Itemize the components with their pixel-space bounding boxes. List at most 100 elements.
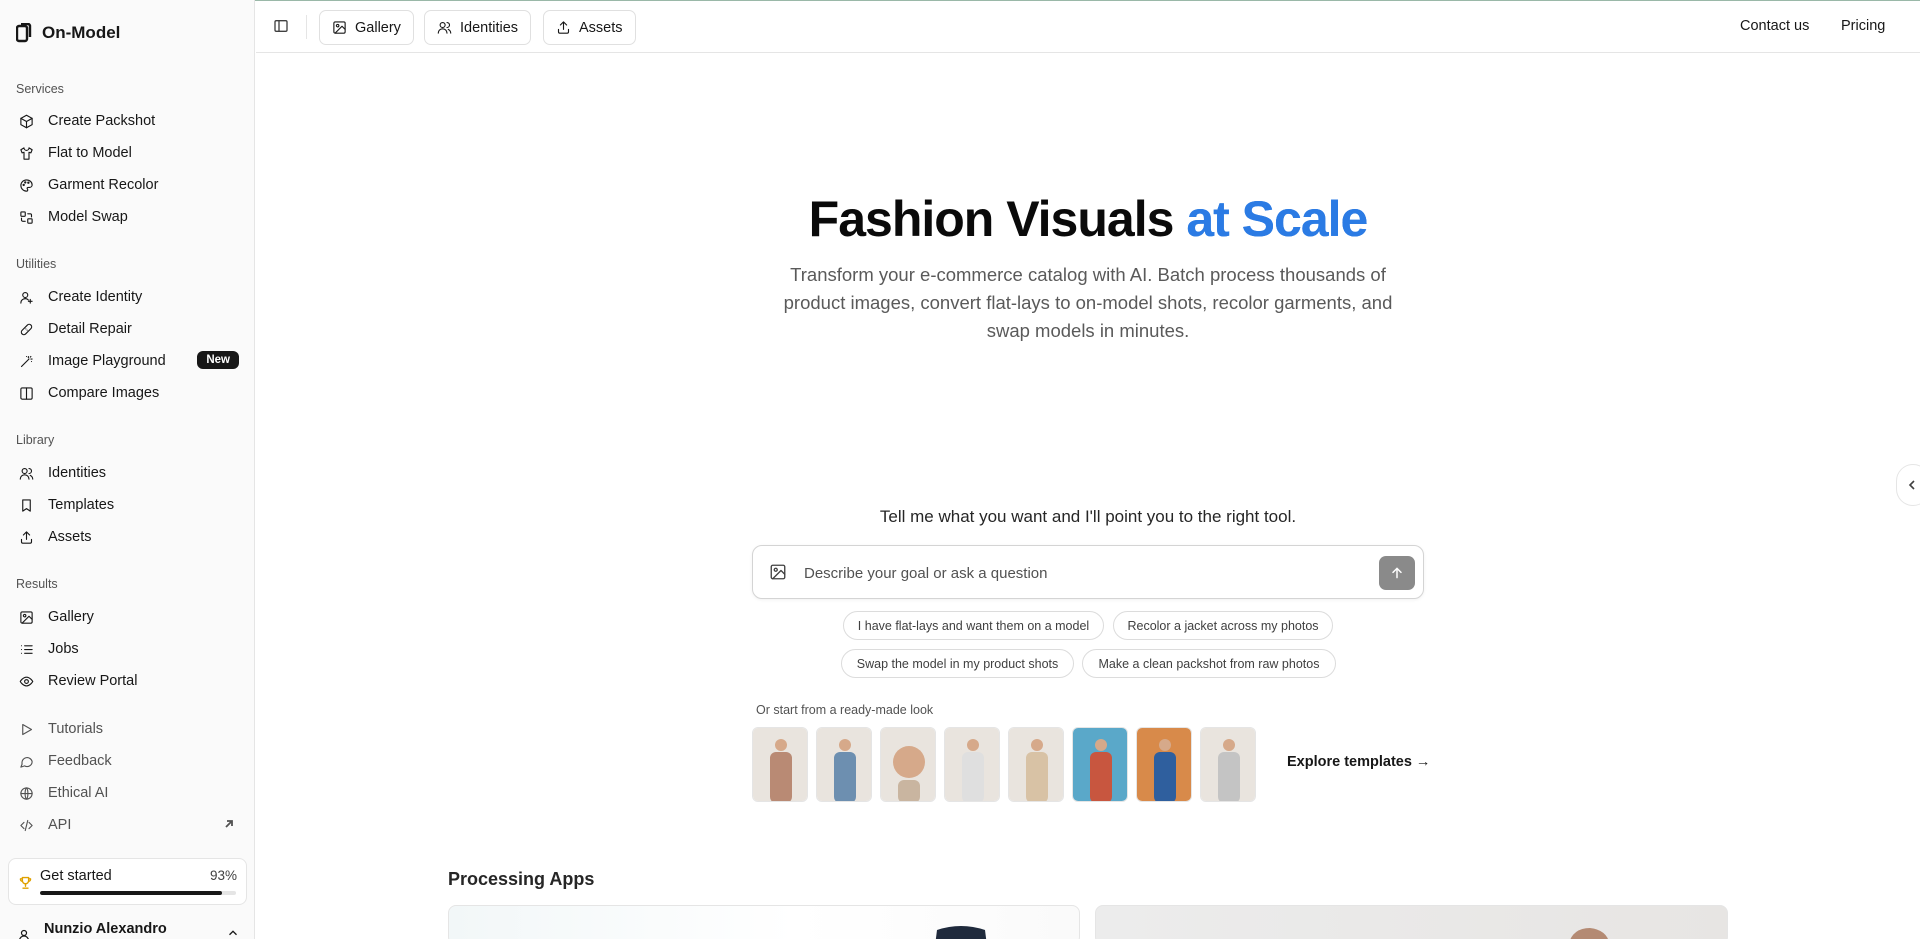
arrow-up-icon — [1392, 567, 1402, 579]
topbar-button-label: Gallery — [355, 19, 401, 36]
right-panel-handle[interactable] — [1896, 464, 1920, 506]
look-thumbnail-image — [817, 728, 871, 801]
topbar: Gallery Identities Assets Contact us Pri… — [256, 1, 1920, 53]
look-thumbnail[interactable] — [880, 727, 936, 802]
external-link-icon — [223, 818, 235, 830]
sidebar-link-label: Feedback — [48, 753, 112, 769]
app-card[interactable] — [448, 905, 1080, 939]
hero-title: Fashion Visuals at Scale — [256, 190, 1920, 248]
user-menu[interactable]: Nunzio Alexandro — [16, 916, 240, 939]
look-thumbnail[interactable] — [752, 727, 808, 802]
sidebar-link-api[interactable]: API — [8, 810, 247, 840]
assistant-input[interactable] — [804, 558, 1364, 588]
section-label-results: Results — [16, 577, 58, 591]
topbar-button-label: Identities — [460, 19, 519, 36]
suggestion-chip[interactable]: Swap the model in my product shots — [841, 649, 1074, 678]
sidebar-item-label: Model Swap — [48, 209, 128, 225]
sidebar-link-tutorials[interactable]: Tutorials — [8, 714, 247, 744]
sidebar-item-garment-recolor[interactable]: Garment Recolor — [8, 170, 247, 200]
hero-subtitle: Transform your e-commerce catalog with A… — [783, 264, 1393, 341]
cube-icon — [18, 113, 34, 129]
section-label-library: Library — [16, 433, 55, 447]
suggestion-chip[interactable]: Recolor a jacket across my photos — [1113, 611, 1333, 640]
get-started-label: Get started — [40, 868, 112, 884]
sidebar-item-identities[interactable]: Identities — [8, 458, 247, 488]
sidebar: On-Model Services Create Packshot Flat t… — [0, 0, 255, 939]
sidebar-item-create-packshot[interactable]: Create Packshot — [8, 106, 247, 136]
sidebar-link-label: API — [48, 817, 72, 833]
get-started-percent: 93% — [209, 868, 237, 883]
sidebar-item-detail-repair[interactable]: Detail Repair — [8, 314, 247, 344]
look-thumbnail[interactable] — [1072, 727, 1128, 802]
look-thumbnail-image — [1137, 728, 1191, 801]
sidebar-item-label: Flat to Model — [48, 145, 132, 161]
sidebar-link-ethical-ai[interactable]: Ethical AI — [8, 778, 247, 808]
bookmark-icon — [18, 497, 34, 513]
section-label-utilities: Utilities — [16, 257, 57, 271]
app-card-image — [935, 926, 987, 939]
sidebar-item-label: Image Playground — [48, 353, 166, 369]
user-plus-icon — [18, 289, 34, 305]
sidebar-item-gallery[interactable]: Gallery — [8, 602, 247, 632]
look-thumbnail[interactable] — [1136, 727, 1192, 802]
sidebar-link-label: Tutorials — [48, 721, 104, 737]
get-started-card[interactable]: Get started 93% — [8, 858, 247, 905]
sidebar-item-review-portal[interactable]: Review Portal — [8, 666, 247, 696]
palette-icon — [18, 177, 34, 193]
app-card-image — [1570, 928, 1609, 939]
pricing-link[interactable]: Pricing — [1841, 18, 1885, 34]
look-thumbnail[interactable] — [944, 727, 1000, 802]
brand[interactable]: On-Model — [15, 20, 121, 46]
sidebar-item-templates[interactable]: Templates — [8, 490, 247, 520]
sidebar-item-model-swap[interactable]: Model Swap — [8, 202, 247, 232]
get-started-progress-track — [40, 891, 236, 895]
suggestion-chip[interactable]: Make a clean packshot from raw photos — [1082, 649, 1336, 678]
explore-templates-link[interactable]: Explore templates → — [1287, 754, 1430, 770]
chevron-up-icon — [226, 926, 240, 939]
user-icon — [18, 928, 30, 939]
attach-image-icon[interactable] — [769, 563, 787, 581]
sidebar-toggle-icon[interactable] — [273, 18, 289, 34]
sidebar-item-label: Create Identity — [48, 289, 143, 305]
bandage-icon — [18, 321, 34, 337]
look-thumbnail[interactable] — [1200, 727, 1256, 802]
look-thumbnail[interactable] — [816, 727, 872, 802]
sidebar-item-create-identity[interactable]: Create Identity — [8, 282, 247, 312]
sidebar-item-flat-to-model[interactable]: Flat to Model — [8, 138, 247, 168]
sidebar-item-label: Review Portal — [48, 673, 138, 689]
sidebar-item-label: Jobs — [48, 641, 79, 657]
sidebar-item-compare-images[interactable]: Compare Images — [8, 378, 247, 408]
new-badge: New — [197, 351, 239, 369]
shirt-icon — [18, 145, 34, 161]
sidebar-item-label: Templates — [48, 497, 115, 513]
send-button[interactable] — [1379, 556, 1415, 590]
brand-name: On-Model — [42, 23, 121, 42]
swap-icon — [18, 209, 34, 225]
sidebar-link-feedback[interactable]: Feedback — [8, 746, 247, 776]
look-thumbnail-image — [945, 728, 999, 801]
sidebar-item-image-playground[interactable]: Image Playground New — [8, 346, 247, 376]
sidebar-item-label: Create Packshot — [48, 113, 156, 129]
topbar-identities-button[interactable]: Identities — [424, 10, 532, 45]
sidebar-item-label: Assets — [48, 529, 92, 545]
hero-title-main: Fashion Visuals — [808, 191, 1175, 247]
sidebar-item-label: Garment Recolor — [48, 177, 159, 193]
look-thumbnail-image — [1009, 728, 1063, 801]
message-icon — [18, 753, 34, 769]
contact-us-link[interactable]: Contact us — [1740, 18, 1809, 34]
sidebar-item-jobs[interactable]: Jobs — [8, 634, 247, 664]
upload-icon — [557, 21, 570, 34]
app-card[interactable] — [1095, 905, 1728, 939]
list-icon — [18, 641, 34, 657]
sidebar-item-label: Gallery — [48, 609, 94, 625]
suggestion-chip[interactable]: I have flat-lays and want them on a mode… — [843, 611, 1104, 640]
look-thumbnail[interactable] — [1008, 727, 1064, 802]
processing-apps-title: Processing Apps — [448, 869, 595, 889]
code-icon — [18, 817, 34, 833]
look-thumbnail-image — [881, 728, 935, 801]
sidebar-item-assets[interactable]: Assets — [8, 522, 247, 552]
topbar-gallery-button[interactable]: Gallery — [319, 10, 414, 45]
sidebar-item-label: Detail Repair — [48, 321, 132, 337]
sidebar-item-label: Compare Images — [48, 385, 160, 401]
topbar-assets-button[interactable]: Assets — [543, 10, 636, 45]
